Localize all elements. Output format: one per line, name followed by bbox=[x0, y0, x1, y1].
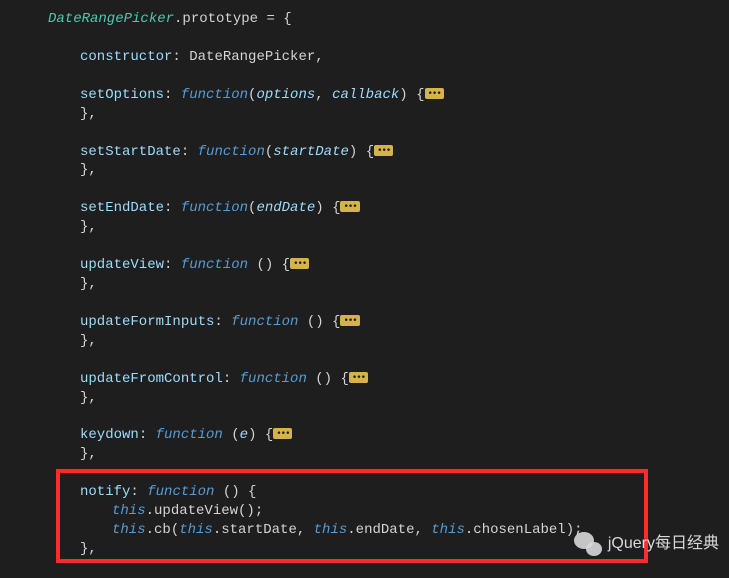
code-line: updateFormInputs: function () {••• bbox=[0, 313, 729, 332]
close-brace: }, bbox=[80, 106, 97, 122]
this-keyword: this bbox=[112, 503, 146, 519]
close-brace: }, bbox=[80, 162, 97, 178]
token: .startDate, bbox=[213, 522, 314, 538]
close-brace: }, bbox=[80, 541, 97, 557]
fold-icon[interactable]: ••• bbox=[340, 315, 359, 326]
close-brace: }, bbox=[80, 276, 97, 292]
code-line: }, bbox=[0, 332, 729, 351]
class-name: DateRangePicker bbox=[48, 11, 174, 27]
close-brace: }, bbox=[80, 390, 97, 406]
function-keyword: function bbox=[198, 144, 265, 160]
code-line: }, bbox=[0, 445, 729, 464]
method-name: setStartDate bbox=[80, 144, 181, 160]
code-line: }, bbox=[0, 389, 729, 408]
function-keyword: function bbox=[147, 484, 214, 500]
close-brace: }, bbox=[80, 333, 97, 349]
blank-line bbox=[0, 180, 729, 199]
function-keyword: function bbox=[181, 257, 248, 273]
this-keyword: this bbox=[431, 522, 465, 538]
code-line: notify: function () { bbox=[0, 483, 729, 502]
function-keyword: function bbox=[240, 371, 307, 387]
this-keyword: this bbox=[112, 522, 146, 538]
param: callback bbox=[332, 87, 399, 103]
code-line: constructor: DateRangePicker, bbox=[0, 48, 729, 67]
method-name: notify bbox=[80, 484, 130, 500]
blank-line bbox=[0, 351, 729, 370]
token: .chosenLabel); bbox=[465, 522, 583, 538]
function-keyword: function bbox=[156, 427, 223, 443]
method-name: updateFormInputs bbox=[80, 314, 214, 330]
param: startDate bbox=[273, 144, 349, 160]
code-line: setEndDate: function(endDate) {••• bbox=[0, 199, 729, 218]
method-name: setEndDate bbox=[80, 200, 164, 216]
function-keyword: function bbox=[231, 314, 298, 330]
property-name: constructor bbox=[80, 49, 172, 65]
param: e bbox=[240, 427, 248, 443]
code-line: this.cb(this.startDate, this.endDate, th… bbox=[0, 521, 729, 540]
token: = { bbox=[258, 11, 292, 27]
code-line: }, bbox=[0, 161, 729, 180]
code-line: }, bbox=[0, 540, 729, 559]
code-line: }, bbox=[0, 218, 729, 237]
fold-icon[interactable]: ••• bbox=[425, 88, 444, 99]
close-brace: }, bbox=[80, 446, 97, 462]
method-name: updateFromControl bbox=[80, 371, 223, 387]
code-line: setStartDate: function(startDate) {••• bbox=[0, 143, 729, 162]
fold-icon[interactable]: ••• bbox=[290, 258, 309, 269]
function-keyword: function bbox=[181, 87, 248, 103]
blank-line bbox=[0, 67, 729, 86]
param: endDate bbox=[256, 200, 315, 216]
code-line: }, bbox=[0, 275, 729, 294]
function-keyword: function bbox=[181, 200, 248, 216]
param: options bbox=[256, 87, 315, 103]
token: .endDate, bbox=[347, 522, 431, 538]
code-editor[interactable]: DateRangePicker.prototype = { constructo… bbox=[0, 0, 729, 578]
constructor-ref: DateRangePicker bbox=[189, 49, 315, 65]
code-line: this.updateView(); bbox=[0, 502, 729, 521]
token: .prototype bbox=[174, 11, 258, 27]
blank-line bbox=[0, 464, 729, 483]
blank-line bbox=[0, 124, 729, 143]
token: : bbox=[172, 49, 189, 65]
fold-icon[interactable]: ••• bbox=[273, 428, 292, 439]
code-line: updateView: function () {••• bbox=[0, 256, 729, 275]
method-name: setOptions bbox=[80, 87, 164, 103]
method-name: keydown bbox=[80, 427, 139, 443]
code-line: updateFromControl: function () {••• bbox=[0, 370, 729, 389]
blank-line bbox=[0, 29, 729, 48]
code-line: keydown: function (e) {••• bbox=[0, 426, 729, 445]
token: , bbox=[315, 49, 323, 65]
code-line: DateRangePicker.prototype = { bbox=[0, 10, 729, 29]
fold-icon[interactable]: ••• bbox=[349, 372, 368, 383]
method-name: updateView bbox=[80, 257, 164, 273]
call: .updateView(); bbox=[146, 503, 264, 519]
code-line: setOptions: function(options, callback) … bbox=[0, 86, 729, 105]
blank-line bbox=[0, 237, 729, 256]
this-keyword: this bbox=[314, 522, 348, 538]
fold-icon[interactable]: ••• bbox=[340, 201, 359, 212]
this-keyword: this bbox=[179, 522, 213, 538]
close-brace: }, bbox=[80, 219, 97, 235]
blank-line bbox=[0, 407, 729, 426]
code-line: }, bbox=[0, 105, 729, 124]
blank-line bbox=[0, 294, 729, 313]
fold-icon[interactable]: ••• bbox=[374, 145, 393, 156]
call: .cb( bbox=[146, 522, 180, 538]
